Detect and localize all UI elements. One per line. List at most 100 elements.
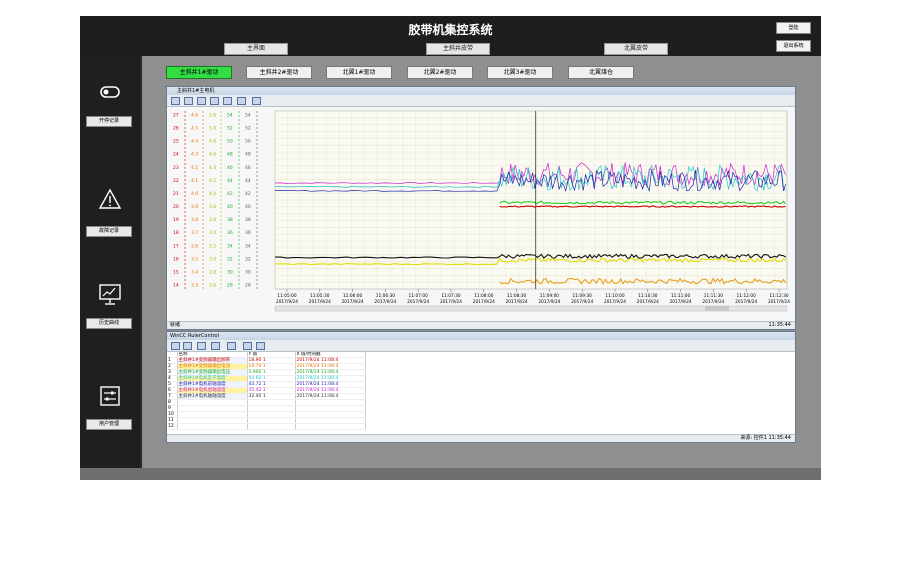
- ruler-cell-y: [247, 423, 296, 431]
- x-tick-date: 2017/9/24: [276, 299, 298, 305]
- trend-window-title: 主斜井1#主电机: [167, 87, 795, 95]
- x-tick-date: 2017/9/24: [670, 299, 692, 305]
- y-tick-label: 46: [245, 165, 251, 171]
- x-tick-date: 2017/9/24: [506, 299, 528, 305]
- sidebar-item-user-management[interactable]: 用户管理: [86, 419, 132, 430]
- drive-tab-north-1[interactable]: 北翼1#驱动: [326, 66, 392, 79]
- x-tick-date: 2017/9/24: [342, 299, 364, 305]
- y-tick-label: 3.6: [209, 217, 216, 223]
- y-tick-label: 36: [245, 230, 251, 236]
- y-tick-label: 4.5: [191, 126, 198, 132]
- y-tick-label: 16: [173, 256, 179, 262]
- y-tick-label: 23: [173, 165, 179, 171]
- select-columns-icon[interactable]: [197, 342, 206, 350]
- scrollbar-thumb: [705, 306, 729, 311]
- trend-chart[interactable]: 27 26 25 24 23 22 21 20 19 18 17 16 15 14 4.6 4.5 4.4 4.3…: [167, 107, 795, 321]
- y-tick-label: 3.7: [191, 230, 198, 236]
- y-tick-label: 25: [173, 139, 179, 145]
- login-button[interactable]: 登陆: [776, 22, 811, 34]
- sliders-icon[interactable]: [95, 384, 125, 410]
- y-tick-label: 52: [245, 126, 251, 132]
- monitor-chart-icon[interactable]: [95, 282, 125, 308]
- warning-icon[interactable]: [95, 187, 125, 213]
- ruler-window: WinCC RulerControl 名称 Y 值X 值/时间戳 1 主斜井1#变频…: [166, 331, 796, 443]
- y-tick-label: 3.9: [191, 204, 198, 210]
- table-row[interactable]: 12: [167, 423, 366, 431]
- x-tick-time: 11:12:00: [737, 293, 757, 299]
- trend-window: 主斜井1#主电机 27 26 25 24 23 22 21 20 19 18 17 16 15 14 4.6…: [166, 86, 796, 330]
- ruler-cell-x: [295, 423, 366, 431]
- y-tick-label: 4.8: [209, 139, 216, 145]
- help-icon[interactable]: [171, 342, 180, 350]
- x-tick-time: 11:07:00: [409, 293, 429, 299]
- print-icon[interactable]: [243, 342, 252, 350]
- y-tick-label: 42: [227, 191, 233, 197]
- y-tick-label: 4.2: [191, 165, 198, 171]
- export-icon[interactable]: [252, 97, 261, 105]
- y-tick-label: 4.4: [191, 139, 198, 145]
- app-frame: 胶带机集控系统 主界面 主斜井皮带 北翼皮带 登陆 退出系统 开停记录 故障记录…: [80, 16, 821, 480]
- move-icon[interactable]: [184, 97, 193, 105]
- config-icon[interactable]: [183, 342, 192, 350]
- title-bar: 胶带机集控系统 主界面 主斜井皮带 北翼皮带 登陆 退出系统: [80, 16, 821, 56]
- trend-toolbar: [167, 95, 795, 107]
- zoom-icon[interactable]: [171, 97, 180, 105]
- y-tick-label: 52: [227, 126, 233, 132]
- y-tick-label: 20: [173, 204, 179, 210]
- y-tick-label: 46: [227, 165, 233, 171]
- tab-north-wing-belt[interactable]: 北翼皮带: [604, 43, 668, 55]
- trend-status-text: 就绪: [170, 322, 181, 328]
- sidebar-item-fault-log[interactable]: 故障记录: [86, 226, 132, 237]
- drive-tab-main-shaft-2[interactable]: 主斜井2#驱动: [246, 66, 312, 79]
- switch-icon[interactable]: [95, 82, 125, 108]
- y-tick-label: 28: [245, 283, 251, 289]
- y-tick-label: 30: [227, 269, 233, 275]
- drive-tab-main-shaft-1[interactable]: 主斜井1#驱动: [166, 66, 232, 79]
- print-icon[interactable]: [210, 97, 219, 105]
- y-tick-label: 18: [173, 230, 179, 236]
- y-tick-label: 2.8: [209, 269, 216, 275]
- y-tick-label: 3.3: [191, 283, 198, 289]
- clock-icon[interactable]: [223, 97, 232, 105]
- export-icon[interactable]: [256, 342, 265, 350]
- x-tick-time: 11:10:00: [605, 293, 625, 299]
- app-title: 胶带机集控系统: [408, 23, 493, 37]
- ruler-table-area: 名称 Y 值X 值/时间戳 1 主斜井1#变频器输出频率 18.90 1 2017/9/…: [167, 352, 795, 434]
- drive-tab-north-2[interactable]: 北翼2#驱动: [407, 66, 473, 79]
- merge-icon[interactable]: [211, 342, 220, 350]
- x-tick-time: 11:08:30: [507, 293, 527, 299]
- y-tick-label: 34: [227, 243, 233, 249]
- ruler-table: 名称 Y 值X 值/时间戳 1 主斜井1#变频器输出频率 18.90 1 2017/9/…: [167, 352, 366, 431]
- tab-main-shaft-belt[interactable]: 主斜井皮带: [426, 43, 490, 55]
- y-tick-label: 5.0: [209, 126, 216, 132]
- y-tick-label: 17: [173, 243, 179, 249]
- function-icon[interactable]: [227, 342, 236, 350]
- y-tick-label: 22: [173, 178, 179, 184]
- y-tick-label: 50: [245, 139, 251, 145]
- y-tick-label: 3.5: [191, 256, 198, 262]
- exit-button[interactable]: 退出系统: [776, 40, 811, 52]
- y-tick-label: 14: [173, 283, 179, 289]
- drive-tab-north-3[interactable]: 北翼3#驱动: [487, 66, 553, 79]
- drive-tab-north-bunker[interactable]: 北翼煤仓: [568, 66, 634, 79]
- tab-main[interactable]: 主界面: [224, 43, 288, 55]
- sidebar-item-history-trend[interactable]: 历史曲线: [86, 318, 132, 329]
- y-tick-label: 3.8: [191, 217, 198, 223]
- x-tick-date: 2017/9/24: [374, 299, 396, 305]
- x-tick-date: 2017/9/24: [735, 299, 757, 305]
- y-tick-label: 38: [245, 217, 251, 223]
- y-tick-label: 4.0: [209, 191, 216, 197]
- stop-icon[interactable]: [237, 97, 246, 105]
- sidebar-item-start-stop-log[interactable]: 开停记录: [86, 116, 132, 127]
- chart-icon[interactable]: [197, 97, 206, 105]
- x-tick-date: 2017/9/24: [604, 299, 626, 305]
- y-tick-label: 54: [227, 113, 233, 119]
- x-tick-time: 11:05:30: [310, 293, 330, 299]
- y-tick-label: 3.4: [209, 230, 216, 236]
- x-tick-date: 2017/9/24: [768, 299, 790, 305]
- y-tick-label: 28: [227, 283, 233, 289]
- y-tick-label: 27: [173, 113, 179, 119]
- ruler-status-bar: 来源: 控件1 11:35:44: [167, 434, 795, 442]
- trend-status-time: 11:35:44: [768, 322, 791, 328]
- y-tick-label: 48: [245, 152, 251, 158]
